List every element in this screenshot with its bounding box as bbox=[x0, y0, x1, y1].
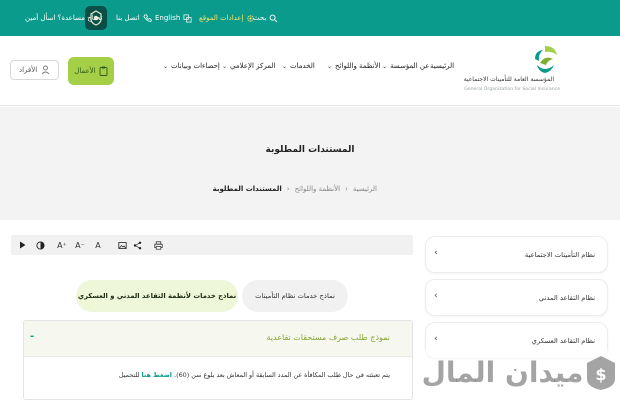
nav-home[interactable]: الرئيسية bbox=[430, 62, 454, 70]
breadcrumb-regulations[interactable]: الأنظمة واللوائح bbox=[295, 185, 340, 193]
chevron-down-icon: ⌄ bbox=[163, 62, 169, 70]
search-link[interactable]: بحث bbox=[253, 0, 278, 36]
image-toggle-icon[interactable] bbox=[115, 235, 129, 255]
share-icon[interactable] bbox=[130, 235, 144, 255]
phone-icon bbox=[143, 13, 152, 22]
contrast-icon[interactable] bbox=[33, 235, 47, 255]
watermark-text: ميدان المال bbox=[421, 356, 584, 389]
nav-about[interactable]: ⌄ عن المؤسسة bbox=[382, 62, 429, 70]
watermark: ميدان المال $ bbox=[421, 350, 620, 400]
nav-home-label: الرئيسية bbox=[430, 62, 455, 70]
font-reset-icon[interactable]: A bbox=[91, 235, 105, 255]
nav-regulations[interactable]: ⌄ الأنظمة واللوائح bbox=[327, 62, 381, 70]
contact-link[interactable]: اتصل بنا bbox=[116, 0, 152, 36]
download-link[interactable]: اضغط هنا bbox=[142, 371, 172, 379]
side-item-label: نظام التأمينات الاجتماعية bbox=[524, 251, 595, 259]
play-icon[interactable] bbox=[15, 235, 29, 255]
site-settings-label: إعدادات الموقع bbox=[199, 14, 244, 22]
chevron-down-icon: ⌄ bbox=[382, 62, 388, 70]
accessibility-toolbar: A⁺ A⁻ A bbox=[11, 235, 413, 255]
accordion-body-text: يتم تعبئته في حال طلب المكافأة عن المدد … bbox=[174, 371, 390, 379]
individuals-button[interactable]: الأفراد bbox=[10, 60, 60, 80]
side-item-civil-retirement[interactable]: ‹ نظام التقاعد المدني bbox=[425, 279, 608, 316]
nav-media-label: المركز الإعلامي bbox=[230, 62, 276, 70]
chevron-left-icon: ‹ bbox=[434, 334, 438, 344]
logo-english-name: General Organization for Social Insuranc… bbox=[464, 87, 560, 92]
business-label: الأعمال bbox=[74, 67, 96, 75]
breadcrumb-separator: ‹ bbox=[345, 185, 348, 193]
accordion-title[interactable]: نموذج طلب صرف مستحقات تقاعدية bbox=[267, 333, 390, 342]
side-item-social-insurance[interactable]: ‹ نظام التأمينات الاجتماعية bbox=[425, 236, 608, 273]
site-settings-link[interactable]: إعدادات الموقع bbox=[199, 0, 255, 36]
font-decrease-icon[interactable]: A⁻ bbox=[73, 235, 87, 255]
collapse-toggle[interactable]: - bbox=[30, 331, 34, 342]
business-button[interactable]: الأعمال bbox=[68, 57, 114, 85]
help-label: تحتاج مساعدة؟ اسأل أمين bbox=[25, 14, 103, 22]
nav-about-label: عن المؤسسة bbox=[390, 62, 430, 70]
nav-services[interactable]: ⌄ الخدمات bbox=[282, 62, 315, 70]
money-badge-icon: $ bbox=[587, 356, 615, 390]
logo-arabic-name: المؤسسة العامة للتأمينات الاجتماعية bbox=[463, 76, 554, 83]
accordion-header[interactable]: - نموذج طلب صرف مستحقات تقاعدية bbox=[24, 321, 412, 357]
accordion-body: يتم تعبئته في حال طلب المكافأة عن المدد … bbox=[119, 371, 390, 379]
language-icon bbox=[183, 14, 192, 22]
top-bar: تحتاج مساعدة؟ اسأل أمين اتصل بنا English… bbox=[0, 0, 620, 36]
font-increase-icon[interactable]: A⁺ bbox=[55, 235, 69, 255]
nav-regulations-label: الأنظمة واللوائح bbox=[335, 62, 381, 70]
nav-services-label: الخدمات bbox=[290, 62, 315, 70]
language-label: English bbox=[155, 14, 181, 22]
side-item-label: نظام التقاعد المدني bbox=[538, 294, 595, 302]
chevron-down-icon: ⌄ bbox=[222, 62, 228, 70]
breadcrumb-home[interactable]: الرئيسية bbox=[353, 185, 377, 193]
chevron-left-icon: ‹ bbox=[434, 248, 438, 258]
accordion-body-tail: للتحميل bbox=[118, 371, 140, 379]
language-switch[interactable]: English bbox=[155, 0, 192, 36]
chevron-left-icon: ‹ bbox=[434, 291, 438, 301]
page-title: المستندات المطلوبة bbox=[265, 145, 355, 155]
main-header: الأفراد الأعمال ⌄ إحصاءات وبيانات ⌄ المر… bbox=[0, 36, 620, 106]
chevron-down-icon: ⌄ bbox=[282, 62, 288, 70]
breadcrumb-separator: ‹ bbox=[286, 185, 290, 193]
individuals-label: الأفراد bbox=[19, 66, 38, 74]
clipboard-icon bbox=[99, 66, 108, 76]
search-icon bbox=[269, 14, 278, 22]
form-accordion: - نموذج طلب صرف مستحقات تقاعدية يتم تعبئ… bbox=[23, 320, 413, 400]
search-label: بحث bbox=[253, 14, 267, 22]
breadcrumb-current: المستندات المطلوبة bbox=[212, 185, 282, 193]
chevron-down-icon: ⌄ bbox=[327, 62, 333, 70]
print-icon[interactable] bbox=[151, 235, 165, 255]
breadcrumb: الرئيسية ‹ الأنظمة واللوائح ‹ المستندات … bbox=[213, 185, 377, 193]
svg-text:$: $ bbox=[595, 365, 606, 384]
help-link[interactable]: تحتاج مساعدة؟ اسأل أمين bbox=[25, 0, 102, 36]
tab-insurance-forms[interactable]: نماذج خدمات نظام التأمينات bbox=[242, 280, 348, 312]
nav-media-center[interactable]: ⌄ المركز الإعلامي bbox=[222, 62, 275, 70]
tab-retirement-forms[interactable]: نماذج خدمات لأنظمة التقاعد المدني و العس… bbox=[76, 280, 238, 312]
nav-stats[interactable]: ⌄ إحصاءات وبيانات bbox=[163, 62, 220, 70]
user-icon bbox=[41, 65, 50, 75]
side-item-label: نظام التقاعد العسكري bbox=[531, 337, 595, 345]
page-banner: المستندات المطلوبة الرئيسية ‹ الأنظمة وا… bbox=[0, 107, 620, 220]
contact-label: اتصل بنا bbox=[116, 14, 140, 22]
nav-stats-label: إحصاءات وبيانات bbox=[171, 62, 220, 70]
